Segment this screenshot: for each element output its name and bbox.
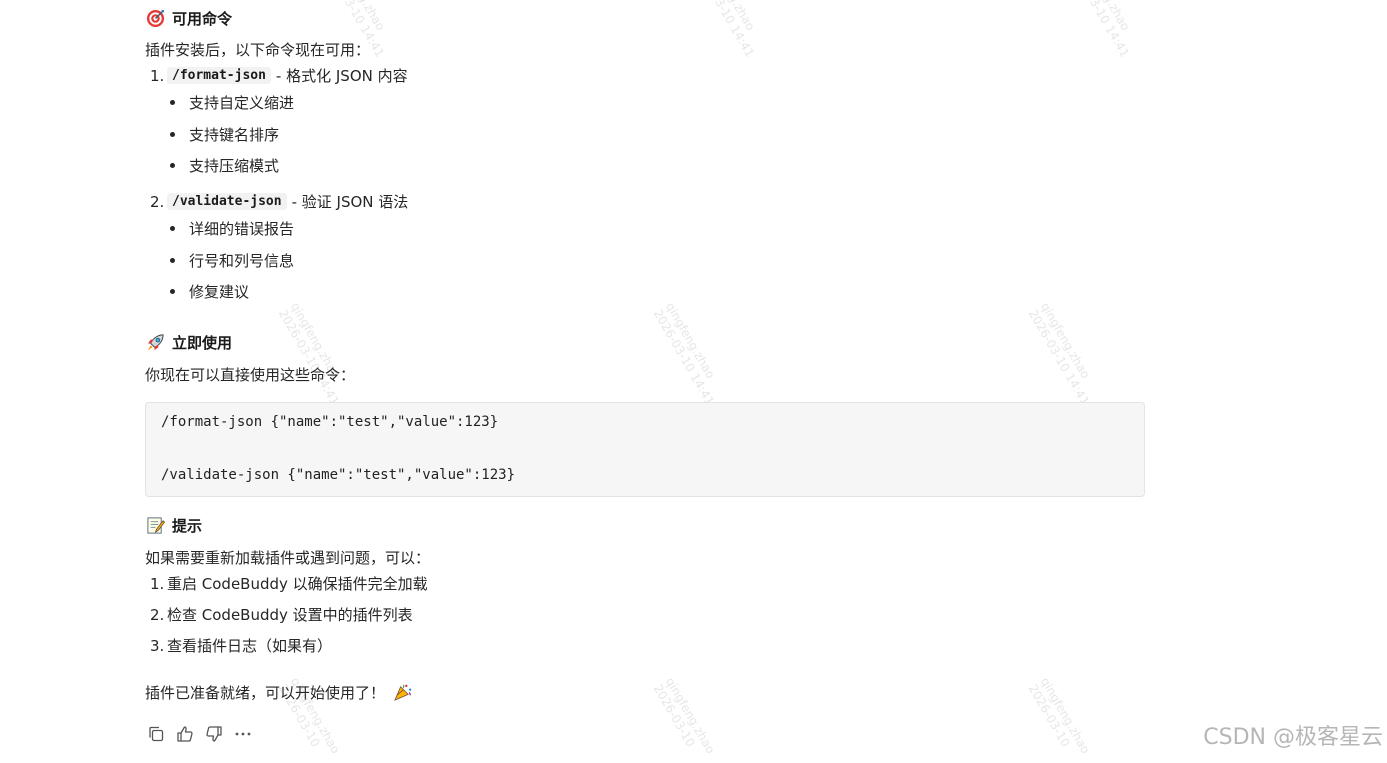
section-title: 提示 — [172, 516, 203, 535]
bullet-text: 详细的错误报告 — [189, 220, 295, 238]
list-number: 2. — [150, 605, 165, 624]
list-item-text: - 格式化 JSON 内容 — [275, 67, 408, 85]
code-line: /format-json {"name":"test","value":123} — [161, 414, 499, 430]
bullet-dot — [170, 100, 175, 105]
paragraph: 如果需要重新加载插件或遇到问题，可以： — [145, 549, 431, 567]
section-heading-commands: 可用命令 — [145, 7, 232, 29]
list-item-text: - 验证 JSON 语法 — [291, 193, 409, 211]
bullet-item: 支持自定义缩进 — [170, 92, 294, 113]
code-block[interactable]: /format-json {"name":"test","value":123}… — [145, 402, 1145, 497]
memo-icon — [145, 515, 165, 535]
bullet-item: 行号和列号信息 — [170, 250, 294, 271]
list-number: 2. — [150, 192, 165, 211]
bullet-text: 支持压缩模式 — [189, 157, 280, 175]
bullet-text: 支持自定义缩进 — [189, 94, 295, 112]
bullet-dot — [170, 132, 175, 137]
bullet-item: 详细的错误报告 — [170, 218, 294, 239]
bullet-dot — [170, 163, 175, 168]
watermark: qingfeng.zhao2026-03-10 14:41 — [1065, 0, 1133, 60]
paragraph: 插件安装后，以下命令现在可用： — [145, 41, 371, 59]
paragraph: 你现在可以直接使用这些命令： — [145, 366, 356, 384]
thumbs-up-icon[interactable] — [174, 724, 196, 744]
message-actions — [145, 724, 261, 744]
inline-code: /format-json — [167, 67, 271, 84]
rocket-icon — [145, 332, 165, 352]
list-item-text: 查看插件日志（如果有） — [167, 637, 333, 655]
bullet-text: 行号和列号信息 — [189, 252, 295, 270]
bullet-dot — [170, 258, 175, 263]
bullet-dot — [170, 226, 175, 231]
ordered-list-item: 1. /format-json - 格式化 JSON 内容 — [150, 65, 408, 86]
watermark: qingfeng.zhao 2026-03-10 — [650, 675, 718, 756]
section-title: 立即使用 — [172, 333, 233, 352]
watermark: qingfeng.zhao2026-03-10 14:41 — [650, 300, 718, 408]
bullet-dot — [170, 289, 175, 294]
more-icon[interactable] — [232, 724, 254, 744]
target-icon — [145, 8, 165, 28]
ordered-list-item: 2. 检查 CodeBuddy 设置中的插件列表 — [150, 604, 413, 625]
thumbs-down-icon[interactable] — [203, 724, 225, 744]
brand-watermark: CSDN @极客星云 — [1203, 725, 1383, 750]
bullet-text: 支持键名排序 — [189, 126, 280, 144]
watermark: qingfeng.zhao2026-03-10 14:41 — [690, 0, 758, 60]
bullet-item: 支持键名排序 — [170, 124, 279, 145]
watermark: qingfeng.zhao2026-03-10 14:41 — [1025, 300, 1093, 408]
bullet-item: 修复建议 — [170, 281, 249, 302]
ordered-list-item: 2. /validate-json - 验证 JSON 语法 — [150, 191, 408, 212]
section-heading-tips: 提示 — [145, 514, 202, 536]
bullet-text: 修复建议 — [189, 283, 250, 301]
ordered-list-item: 1. 重启 CodeBuddy 以确保插件完全加载 — [150, 573, 428, 594]
code-line: /validate-json {"name":"test","value":12… — [161, 467, 516, 483]
watermark: qingfeng.zhao 2026-03-10 — [1025, 675, 1093, 756]
list-item-text: 重启 CodeBuddy 以确保插件完全加载 — [167, 575, 428, 593]
section-title: 可用命令 — [172, 9, 233, 28]
watermark: qingfeng.zhao2026-03-10 14:41 — [275, 300, 343, 408]
list-number: 1. — [150, 66, 165, 85]
ordered-list-item: 3. 查看插件日志（如果有） — [150, 635, 332, 656]
section-heading-usage: 立即使用 — [145, 331, 232, 353]
inline-code: /validate-json — [167, 193, 287, 210]
list-number: 3. — [150, 636, 165, 655]
closing-text: 插件已准备就绪，可以开始使用了！ — [145, 684, 386, 702]
list-item-text: 检查 CodeBuddy 设置中的插件列表 — [167, 606, 413, 624]
closing-paragraph: 插件已准备就绪，可以开始使用了！ — [145, 682, 412, 703]
list-number: 1. — [150, 574, 165, 593]
bullet-item: 支持压缩模式 — [170, 155, 279, 176]
party-popper-icon — [393, 683, 412, 702]
copy-icon[interactable] — [145, 724, 167, 744]
